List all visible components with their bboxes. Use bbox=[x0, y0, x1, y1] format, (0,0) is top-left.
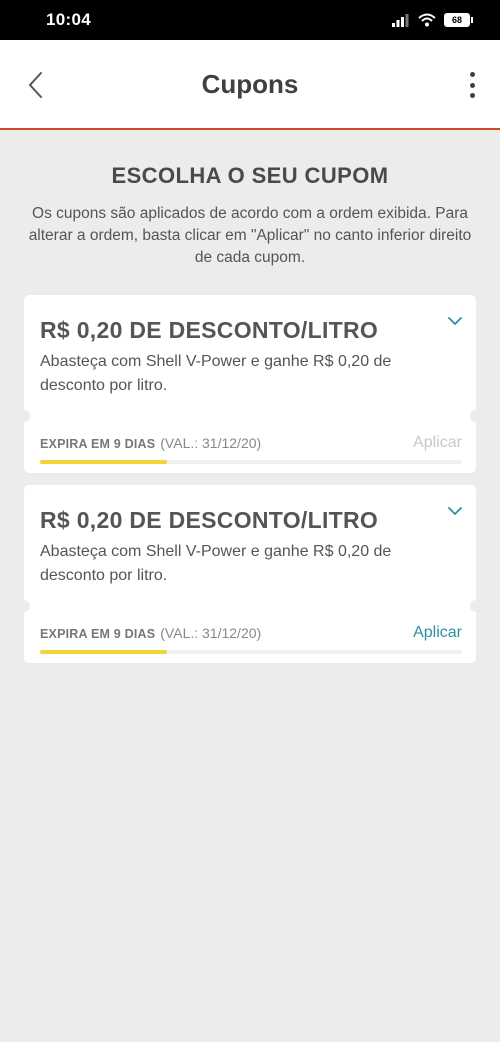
more-options-button[interactable] bbox=[462, 70, 482, 100]
expiry-progress bbox=[40, 650, 462, 654]
expiry-row: EXPIRA EM 9 DIAS (VAL.: 31/12/20) bbox=[40, 435, 261, 451]
ticket-notch bbox=[18, 600, 30, 612]
expand-button[interactable] bbox=[448, 313, 462, 331]
expand-button[interactable] bbox=[448, 503, 462, 521]
ticket-notch bbox=[470, 600, 482, 612]
section-description: Os cupons são aplicados de acordo com a … bbox=[28, 205, 472, 266]
wifi-icon bbox=[418, 13, 436, 27]
app-bar: Cupons bbox=[0, 40, 500, 130]
status-bar: 10:04 68 bbox=[0, 0, 500, 40]
expiry-row: EXPIRA EM 9 DIAS (VAL.: 31/12/20) bbox=[40, 625, 261, 641]
coupon-card[interactable]: R$ 0,20 DE DESCONTO/LITRO Abasteça com S… bbox=[18, 485, 482, 663]
coupon-title: R$ 0,20 DE DESCONTO/LITRO bbox=[40, 507, 379, 533]
coupon-card[interactable]: R$ 0,20 DE DESCONTO/LITRO Abasteça com S… bbox=[18, 295, 482, 473]
back-button[interactable] bbox=[20, 70, 50, 100]
more-vertical-icon bbox=[469, 72, 475, 77]
page-title: Cupons bbox=[201, 68, 299, 99]
signal-icon bbox=[392, 14, 409, 27]
ticket-notch bbox=[18, 410, 30, 422]
expiry-progress-fill bbox=[40, 650, 167, 654]
apply-button[interactable]: Aplicar bbox=[413, 434, 462, 452]
validity-date: (VAL.: 31/12/20) bbox=[160, 435, 262, 451]
coupon-description: Abasteça com Shell V-Power e ganhe R$ 0,… bbox=[40, 543, 392, 584]
battery-indicator: 68 bbox=[444, 13, 473, 27]
expiry-label: EXPIRA EM 9 DIAS bbox=[40, 627, 156, 641]
apply-button[interactable]: Aplicar bbox=[413, 624, 462, 642]
expiry-progress-fill bbox=[40, 460, 167, 464]
validity-date: (VAL.: 31/12/20) bbox=[160, 625, 262, 641]
chevron-left-icon bbox=[28, 72, 42, 98]
expiry-progress bbox=[40, 460, 462, 464]
coupon-title: R$ 0,20 DE DESCONTO/LITRO bbox=[40, 317, 379, 343]
main-content: ESCOLHA O SEU CUPOM Os cupons são aplica… bbox=[0, 163, 500, 663]
status-icons: 68 bbox=[392, 13, 473, 27]
chevron-down-icon bbox=[448, 507, 462, 516]
expiry-label: EXPIRA EM 9 DIAS bbox=[40, 437, 156, 451]
status-time: 10:04 bbox=[46, 10, 91, 29]
section-title: ESCOLHA O SEU CUPOM bbox=[111, 163, 389, 188]
coupon-description: Abasteça com Shell V-Power e ganhe R$ 0,… bbox=[40, 353, 392, 394]
chevron-down-icon bbox=[448, 317, 462, 326]
ticket-notch bbox=[470, 410, 482, 422]
